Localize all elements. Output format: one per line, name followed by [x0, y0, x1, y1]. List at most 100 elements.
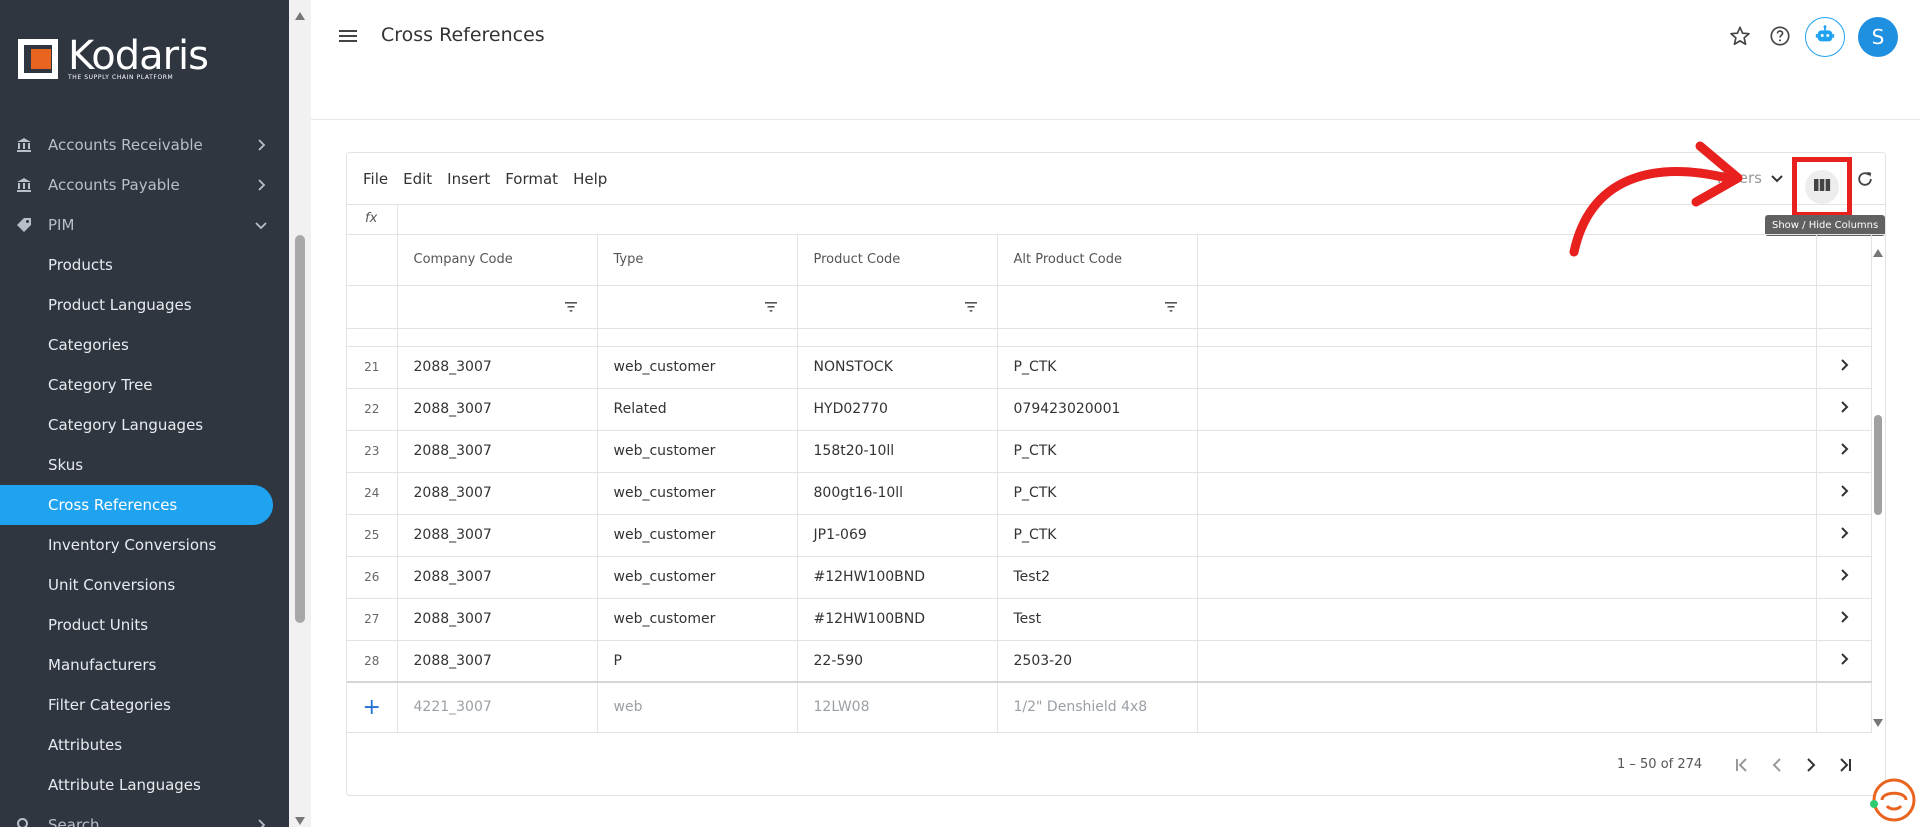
cell-alt-product-code[interactable]: P_CTK — [997, 472, 1198, 515]
cell-empty[interactable] — [1197, 388, 1817, 431]
alt-product-code-filter[interactable] — [997, 285, 1198, 329]
cell-alt-product-code[interactable]: Test2 — [997, 556, 1198, 599]
cell-company-code[interactable]: 2088_3007 — [397, 598, 598, 641]
help-icon[interactable] — [1766, 22, 1794, 50]
cell-product-code[interactable]: HYD02770 — [797, 388, 998, 431]
row-open-button[interactable] — [1816, 472, 1872, 515]
support-chat-button[interactable] — [1868, 776, 1916, 824]
cell-alt-product-code[interactable]: Test — [997, 598, 1198, 641]
cell-empty[interactable] — [1197, 346, 1817, 389]
table-row[interactable]: 22 2088_3007 Related HYD02770 0794230200… — [347, 388, 1872, 431]
cell-alt-product-code[interactable]: 079423020001 — [997, 388, 1198, 431]
new-row-type[interactable]: web — [597, 681, 798, 733]
previous-page-icon[interactable] — [1765, 753, 1789, 777]
grid-scrollbar[interactable] — [1871, 235, 1885, 735]
add-row-button[interactable]: + — [347, 681, 398, 733]
table-row[interactable]: 21 2088_3007 web_customer NONSTOCK P_CTK — [347, 346, 1872, 389]
cell-type[interactable]: web_customer — [597, 514, 798, 557]
new-row-product-code[interactable]: 12LW08 — [797, 681, 998, 733]
cell-empty[interactable] — [1197, 514, 1817, 557]
sidebar-item-cross-references[interactable]: Cross References — [0, 485, 273, 525]
cell-type[interactable]: P — [597, 640, 798, 683]
new-row[interactable]: + 4221_3007 web 12LW08 1/2" Denshield 4x… — [347, 681, 1872, 733]
cell-empty[interactable] — [1197, 640, 1817, 683]
cell-company-code[interactable]: 2088_3007 — [397, 640, 598, 683]
column-header-type[interactable]: Type — [597, 235, 798, 286]
cell-product-code[interactable]: #12HW100BND — [797, 598, 998, 641]
row-open-button[interactable] — [1816, 598, 1872, 641]
cell-type[interactable]: web_customer — [597, 346, 798, 389]
cell-empty[interactable] — [1197, 430, 1817, 473]
cell-type[interactable]: web_customer — [597, 556, 798, 599]
sidebar-item-search[interactable]: Search — [0, 805, 289, 827]
cell-company-code[interactable]: 2088_3007 — [397, 388, 598, 431]
table-row[interactable]: 23 2088_3007 web_customer 158t20-10ll P_… — [347, 430, 1872, 473]
sidebar-item-skus[interactable]: Skus — [0, 445, 289, 485]
last-page-icon[interactable] — [1833, 753, 1857, 777]
menu-format[interactable]: Format — [505, 170, 558, 188]
sidebar-item-pim[interactable]: PIM — [0, 205, 289, 245]
cell-company-code[interactable]: 2088_3007 — [397, 556, 598, 599]
sidebar-item-category-languages[interactable]: Category Languages — [0, 405, 289, 445]
sidebar-scroll-thumb[interactable] — [295, 235, 305, 623]
table-row[interactable]: 25 2088_3007 web_customer JP1-069 P_CTK — [347, 514, 1872, 557]
sidebar-item-attributes[interactable]: Attributes — [0, 725, 289, 765]
row-open-button[interactable] — [1816, 556, 1872, 599]
cell-type[interactable]: web_customer — [597, 598, 798, 641]
row-open-button[interactable] — [1816, 514, 1872, 557]
cell-company-code[interactable]: 2088_3007 — [397, 346, 598, 389]
scroll-up-icon[interactable] — [1872, 243, 1884, 262]
column-header-alt-product-code[interactable]: Alt Product Code — [997, 235, 1198, 286]
cell-alt-product-code[interactable]: P_CTK — [997, 430, 1198, 473]
cell-type[interactable]: Related — [597, 388, 798, 431]
cell-type[interactable]: web_customer — [597, 472, 798, 515]
cell-product-code[interactable]: 800gt16-10ll — [797, 472, 998, 515]
new-row-alt-product-code[interactable]: 1/2" Denshield 4x8 — [997, 681, 1198, 733]
cell-product-code[interactable]: #12HW100BND — [797, 556, 998, 599]
user-avatar[interactable]: S — [1858, 17, 1898, 57]
scroll-down-icon[interactable] — [1872, 713, 1884, 732]
ai-assistant-button[interactable] — [1805, 17, 1845, 57]
cell-company-code[interactable]: 2088_3007 — [397, 430, 598, 473]
cell-alt-product-code[interactable]: P_CTK — [997, 346, 1198, 389]
cell-type[interactable]: web_customer — [597, 430, 798, 473]
sidebar-item-products[interactable]: Products — [0, 245, 289, 285]
company-code-filter[interactable] — [397, 285, 598, 329]
table-row[interactable]: 28 2088_3007 P 22-590 2503-20 — [347, 640, 1872, 683]
cell-product-code[interactable]: JP1-069 — [797, 514, 998, 557]
table-row[interactable]: 24 2088_3007 web_customer 800gt16-10ll P… — [347, 472, 1872, 515]
sidebar-item-filter-categories[interactable]: Filter Categories — [0, 685, 289, 725]
new-row-company-code[interactable]: 4221_3007 — [397, 681, 598, 733]
sidebar-item-unit-conversions[interactable]: Unit Conversions — [0, 565, 289, 605]
row-open-button[interactable] — [1816, 346, 1872, 389]
hamburger-menu-icon[interactable] — [337, 25, 359, 47]
refresh-icon[interactable] — [1855, 169, 1875, 189]
new-row-empty[interactable] — [1197, 681, 1817, 733]
scroll-down-icon[interactable] — [294, 811, 306, 825]
menu-file[interactable]: File — [363, 170, 388, 188]
cell-empty[interactable] — [1197, 472, 1817, 515]
cell-company-code[interactable]: 2088_3007 — [397, 514, 598, 557]
filter-icon[interactable] — [763, 299, 779, 315]
sidebar-item-accounts-payable[interactable]: Accounts Payable — [0, 165, 289, 205]
star-icon[interactable] — [1726, 22, 1754, 50]
filter-icon[interactable] — [1163, 299, 1179, 315]
type-filter[interactable] — [597, 285, 798, 329]
cell-company-code[interactable]: 2088_3007 — [397, 472, 598, 515]
column-header-company-code[interactable]: Company Code — [397, 235, 598, 286]
filter-icon[interactable] — [563, 299, 579, 315]
row-open-button[interactable] — [1816, 640, 1872, 683]
sidebar-item-categories[interactable]: Categories — [0, 325, 289, 365]
kodaris-logo[interactable]: Kodaris THE SUPPLY CHAIN PLATFORM — [18, 36, 209, 81]
cell-product-code[interactable]: NONSTOCK — [797, 346, 998, 389]
next-page-icon[interactable] — [1799, 753, 1823, 777]
first-page-icon[interactable] — [1730, 753, 1754, 777]
menu-insert[interactable]: Insert — [447, 170, 490, 188]
sidebar-item-product-units[interactable]: Product Units — [0, 605, 289, 645]
sidebar-item-manufacturers[interactable]: Manufacturers — [0, 645, 289, 685]
sidebar-item-inventory-conversions[interactable]: Inventory Conversions — [0, 525, 289, 565]
product-code-filter[interactable] — [797, 285, 998, 329]
sidebar-item-attribute-languages[interactable]: Attribute Languages — [0, 765, 289, 805]
row-open-button[interactable] — [1816, 430, 1872, 473]
scroll-up-icon[interactable] — [294, 6, 306, 20]
